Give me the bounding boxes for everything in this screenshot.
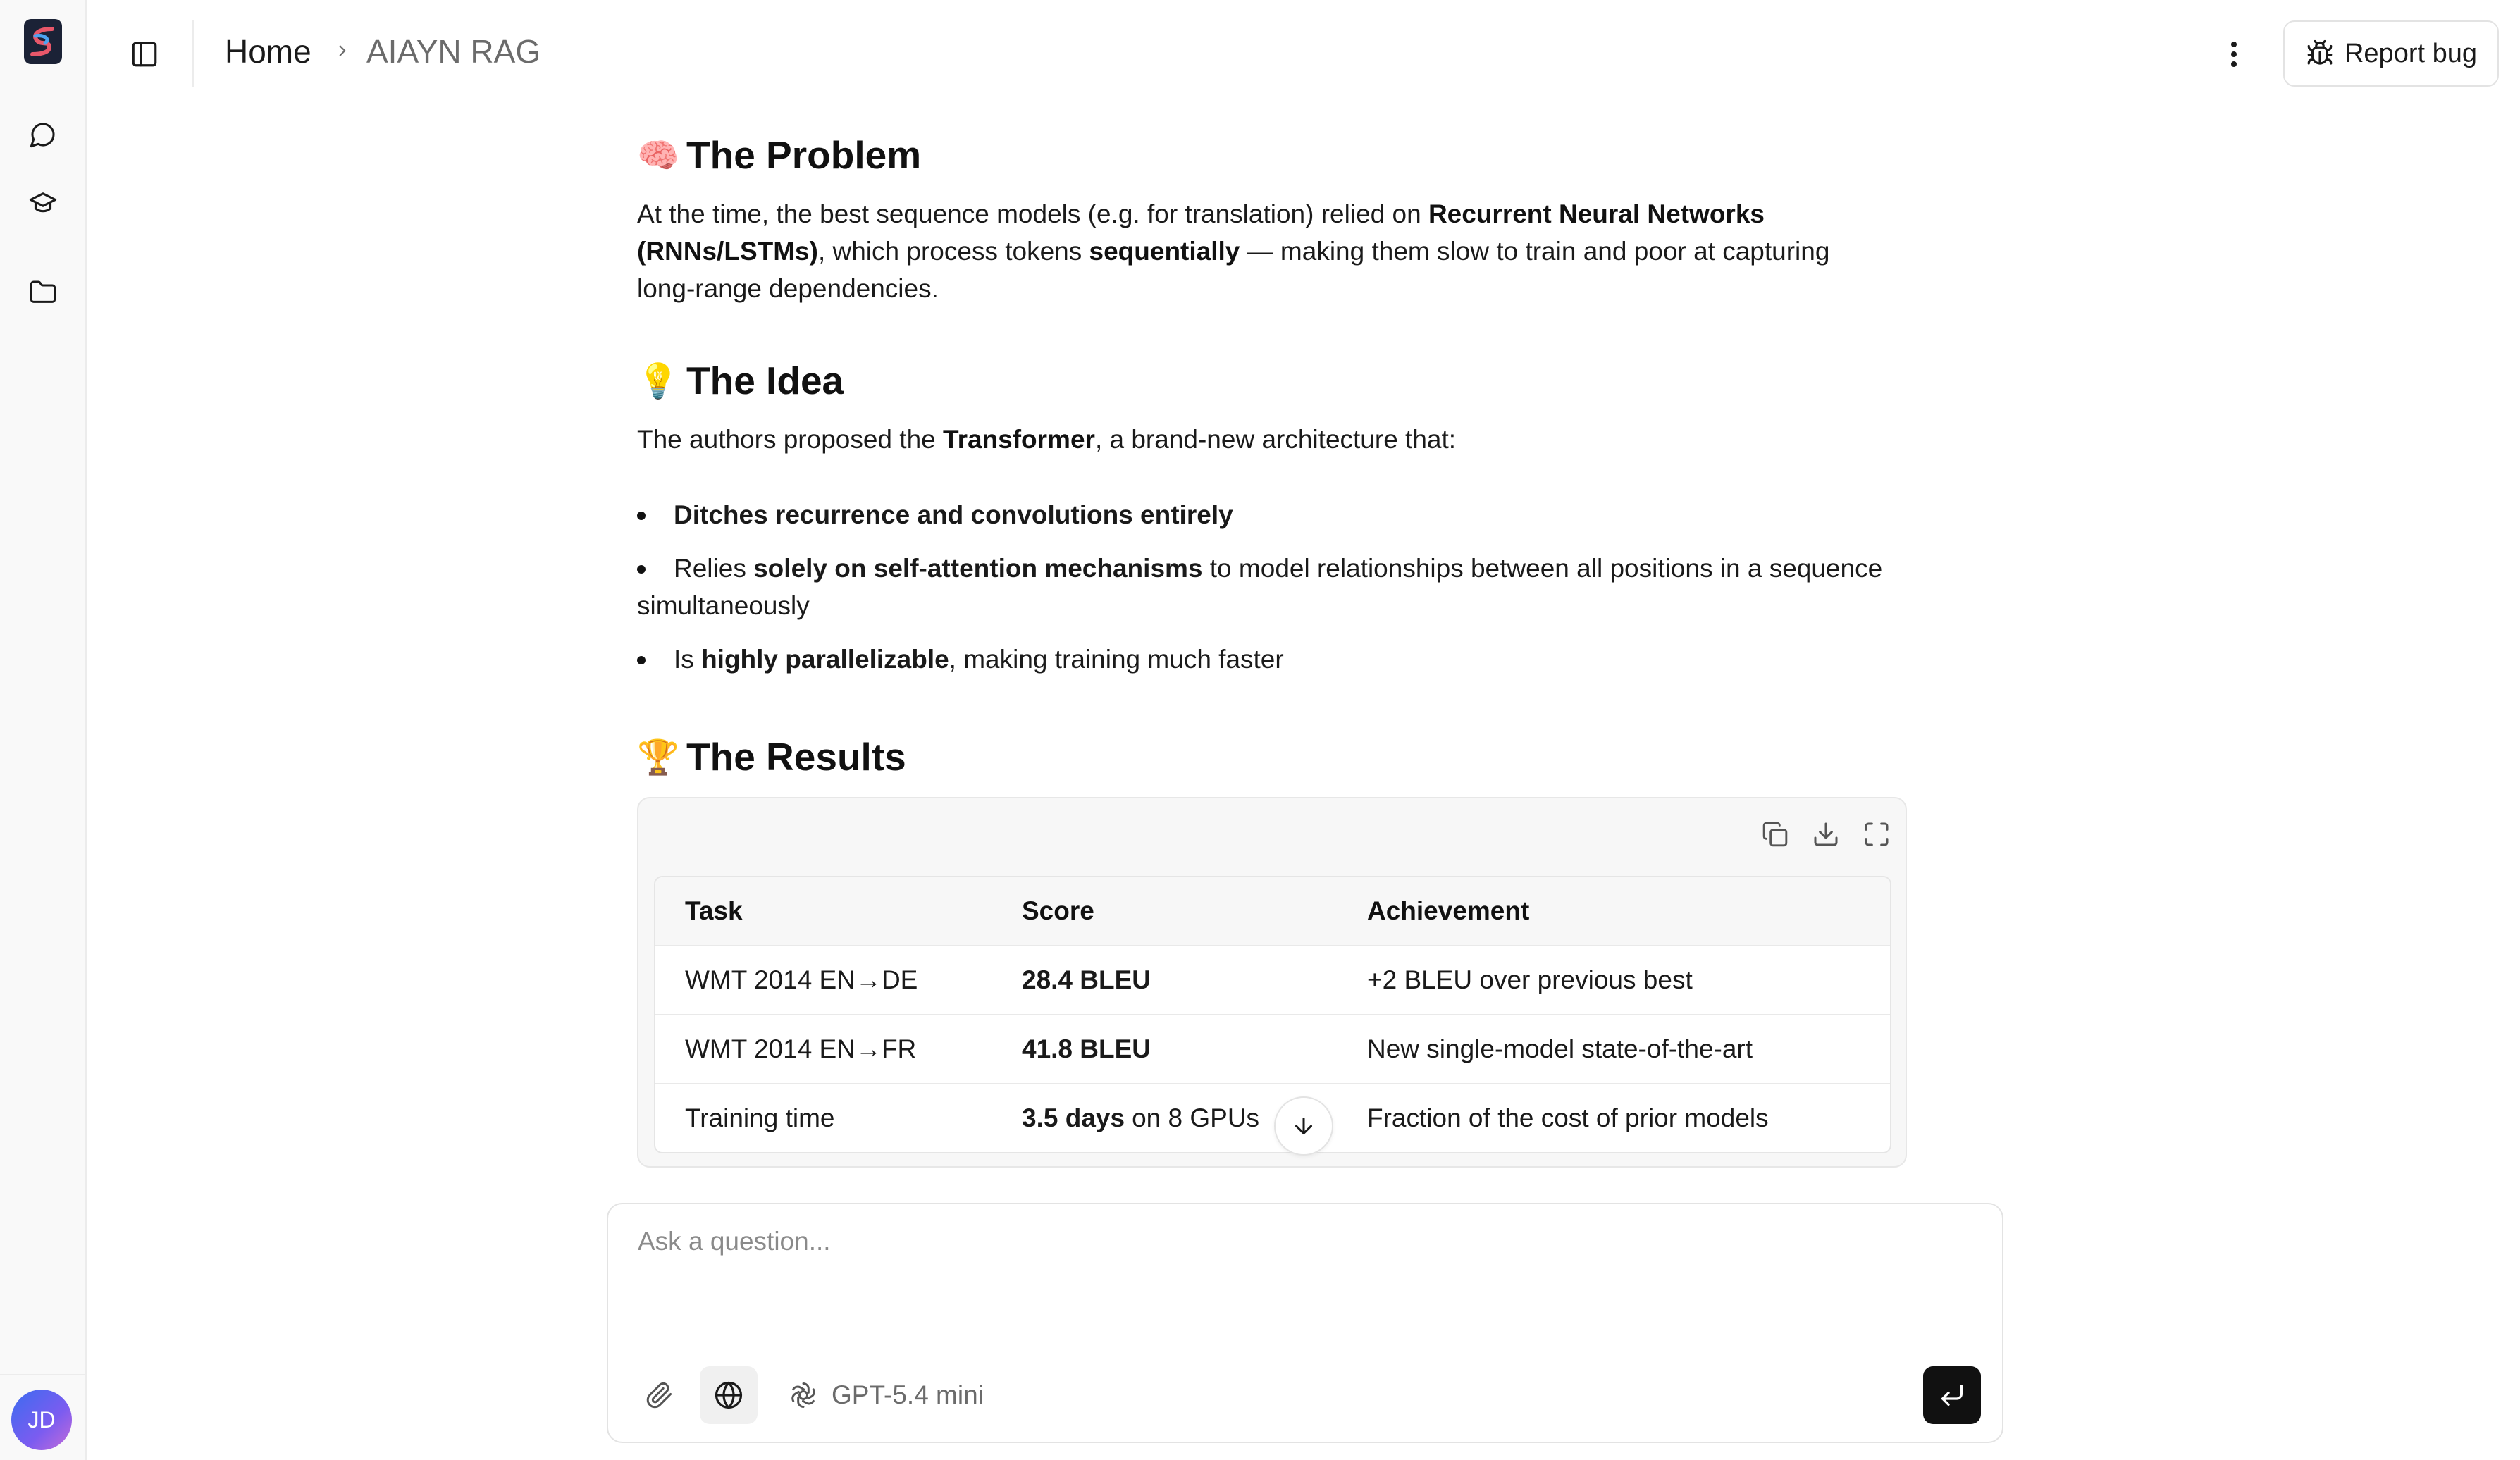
scroll-to-bottom-button[interactable] [1274, 1096, 1333, 1156]
avatar[interactable]: JD [11, 1390, 72, 1450]
column-header-score: Score [1022, 896, 1094, 925]
idea-paragraph: The authors proposed the Transformer, a … [637, 425, 1457, 454]
model-selector[interactable]: GPT-5.4 mini [788, 1372, 984, 1418]
breadcrumb-home[interactable]: Home [225, 32, 311, 70]
problem-paragraph: At the time, the best sequence models (e… [637, 199, 1830, 303]
more-options-icon[interactable] [2220, 35, 2248, 73]
avatar-initials: JD [27, 1406, 56, 1433]
bug-icon [2307, 39, 2333, 65]
cell-task: WMT 2014 EN→DE [685, 965, 918, 994]
fullscreen-icon[interactable] [1860, 818, 1893, 850]
list-item: Is highly parallelizable, making trainin… [637, 641, 1891, 678]
cell-score: 41.8 BLEU [1022, 1034, 1151, 1063]
copy-icon[interactable] [1759, 818, 1791, 850]
topbar-divider [192, 20, 194, 87]
section-heading-results: 🏆 The Results [637, 734, 906, 779]
sidebar-divider [0, 1374, 85, 1375]
question-input[interactable] [636, 1225, 1964, 1313]
table-row: Training time 3.5 days on 8 GPUs Fraction… [655, 1084, 1890, 1152]
cell-score: 3.5 days on 8 GPUs [1022, 1103, 1260, 1132]
send-button[interactable] [1923, 1366, 1981, 1424]
table-header-row: Task Score Achievement [655, 877, 1890, 946]
enter-icon [1941, 1385, 1963, 1406]
list-item: Relies solely on self-attention mechanis… [637, 554, 1883, 620]
toggle-sidebar-icon[interactable] [127, 37, 162, 72]
column-header-task: Task [685, 896, 743, 925]
cell-achievement: +2 BLEU over previous best [1367, 965, 1693, 994]
paperclip-icon[interactable] [631, 1366, 688, 1424]
model-name: GPT-5.4 mini [832, 1380, 984, 1409]
breadcrumb-current: AIAYN RAG [366, 33, 541, 70]
cell-achievement: Fraction of the cost of prior models [1367, 1103, 1769, 1132]
chevron-right-icon [331, 37, 354, 65]
globe-icon[interactable] [700, 1366, 758, 1424]
bullet-dot [637, 656, 646, 664]
table-row: WMT 2014 EN→DE 28.4 BLEU +2 BLEU over pr… [655, 946, 1890, 1015]
arrow-down-icon [1295, 1118, 1312, 1134]
openai-icon [791, 1382, 815, 1408]
section-heading-problem: 🧠 The Problem [637, 132, 921, 178]
report-bug-button[interactable]: Report bug [2283, 20, 2499, 87]
table-toolbar [1759, 818, 1893, 850]
section-title: The Idea [686, 359, 844, 402]
sidebar: JD [0, 0, 87, 1460]
download-icon[interactable] [1810, 818, 1842, 850]
cell-task: Training time [685, 1103, 835, 1132]
section-title: The Results [686, 735, 906, 779]
app-logo[interactable] [24, 19, 62, 64]
chat-composer: GPT-5.4 mini [607, 1203, 2003, 1443]
bullet-dot [637, 565, 646, 574]
cell-score: 28.4 BLEU [1022, 965, 1151, 994]
lightbulb-icon: 💡 [637, 362, 679, 400]
results-table-card: Task Score Achievement WMT 2014 EN→DE 28… [637, 797, 1907, 1168]
cell-achievement: New single-model state-of-the-art [1367, 1034, 1753, 1063]
results-table: Task Score Achievement WMT 2014 EN→DE 28… [654, 876, 1891, 1153]
report-bug-label: Report bug [2344, 38, 2477, 68]
chat-bubble-icon[interactable] [25, 117, 61, 152]
trophy-icon: 🏆 [637, 738, 679, 777]
cell-task: WMT 2014 EN→FR [685, 1034, 917, 1063]
brain-icon: 🧠 [637, 137, 679, 175]
column-header-achievement: Achievement [1367, 896, 1530, 925]
folder-icon[interactable] [25, 275, 61, 310]
bullet-dot [637, 512, 646, 520]
section-title: The Problem [686, 133, 922, 177]
graduation-cap-icon[interactable] [25, 185, 61, 220]
section-heading-idea: 💡 The Idea [637, 358, 844, 403]
table-row: WMT 2014 EN→FR 41.8 BLEU New single-mode… [655, 1015, 1890, 1084]
list-item: Ditches recurrence and convolutions enti… [637, 496, 1891, 533]
